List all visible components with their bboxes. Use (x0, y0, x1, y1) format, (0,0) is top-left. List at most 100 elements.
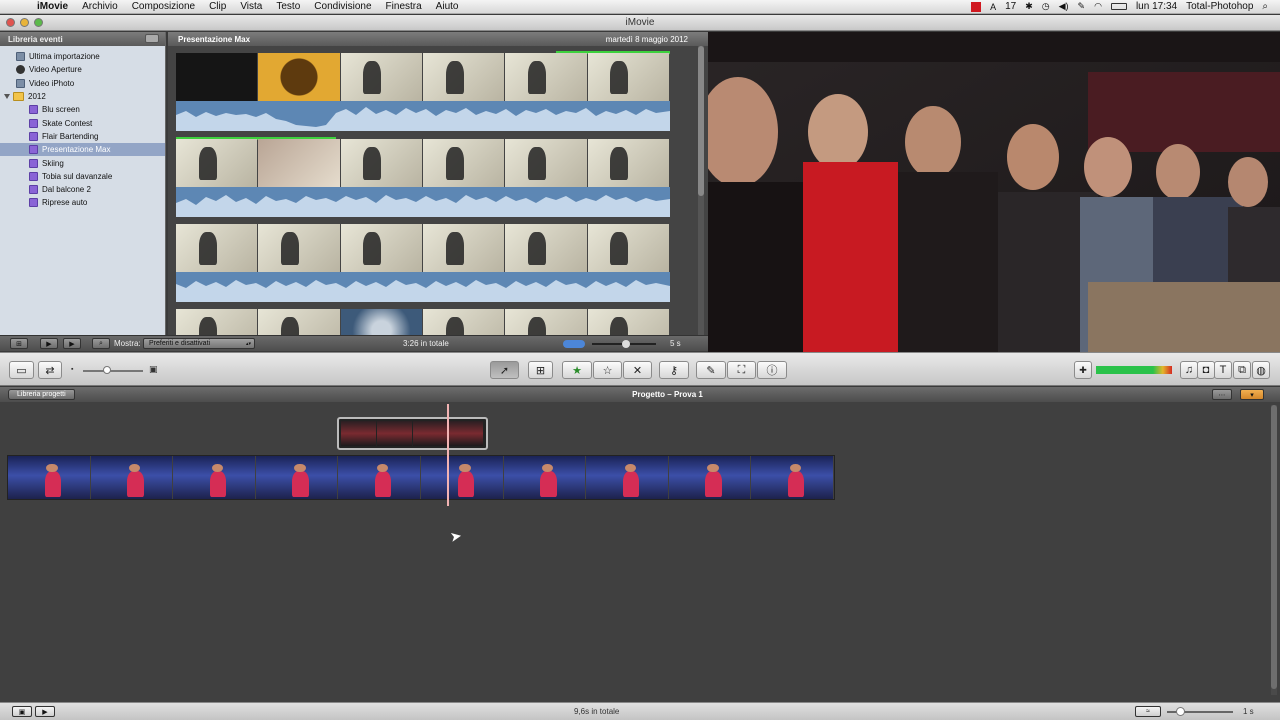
menu-aiuto[interactable]: Aiuto (429, 1, 466, 12)
event-folder-2012[interactable]: 2012 (0, 90, 165, 103)
zoom-window-icon[interactable] (34, 18, 43, 27)
event-item-flair-bartending[interactable]: Flair Bartending (0, 130, 165, 143)
play-button[interactable]: ▶ (63, 338, 81, 349)
show-filter-dropdown[interactable]: Preferiti e disattivati (143, 338, 255, 349)
add-to-project-button[interactable]: ⊞ (528, 361, 553, 379)
clip-thumbnail[interactable] (176, 139, 258, 187)
clip-thumbnail[interactable] (340, 53, 422, 101)
music-browser-button[interactable]: ♫ (1180, 361, 1198, 379)
clip-thumbnail[interactable] (176, 53, 258, 101)
clip-thumbnail[interactable] (422, 139, 505, 187)
clip-thumbnail[interactable] (258, 309, 340, 335)
clip-thumbnail[interactable] (505, 139, 587, 187)
clip-thumbnail[interactable] (340, 309, 422, 335)
clip-thumbnail[interactable] (176, 224, 258, 272)
event-clip-row[interactable] (176, 137, 670, 217)
menu-imovie[interactable]: iMovie (30, 1, 75, 12)
arrow-tool-button[interactable]: ➚ (490, 361, 519, 379)
disclosure-triangle-icon[interactable] (4, 94, 10, 100)
record-status-icon[interactable] (971, 1, 982, 12)
event-item-blu-screen[interactable]: Blu screen (0, 103, 165, 116)
menu-testo[interactable]: Testo (269, 1, 307, 12)
scroll-thumb[interactable] (698, 46, 704, 196)
project-timeline[interactable] (0, 402, 1280, 702)
camera-import-button[interactable]: ▭ (9, 361, 34, 379)
play-project-button[interactable]: ▶ (35, 706, 55, 717)
swap-events-projects-button[interactable]: ⇄ (38, 361, 62, 379)
audio-skimming-button[interactable]: ✚ (1074, 361, 1092, 379)
clip-thumbnail[interactable] (505, 53, 587, 101)
project-main-clip[interactable] (7, 455, 835, 500)
battery-icon[interactable] (1110, 3, 1127, 10)
bluetooth-icon[interactable]: ✱ (1025, 1, 1033, 12)
title-browser-button[interactable]: T (1214, 361, 1232, 379)
map-browser-button[interactable]: ◍ (1252, 361, 1270, 379)
event-clip-row[interactable] (176, 309, 670, 335)
event-item-video-aperture[interactable]: Video Aperture (0, 63, 165, 76)
project-scrollbar[interactable] (1271, 405, 1277, 695)
clip-thumbnail[interactable] (422, 53, 505, 101)
clock[interactable]: lun 17:34 (1136, 1, 1177, 12)
filmstrip-zoom-slider-low[interactable] (563, 339, 585, 348)
close-window-icon[interactable] (6, 18, 15, 27)
clip-thumbnail[interactable] (258, 139, 340, 187)
minimize-window-icon[interactable] (20, 18, 29, 27)
project-layout-button[interactable]: ⋯ (1212, 389, 1232, 400)
play-fullscreen-button[interactable]: ▶ (40, 338, 58, 349)
event-library-toggle-button[interactable]: ⊞ (10, 338, 28, 349)
calendar-date[interactable]: 17 (1005, 1, 1016, 12)
user-menu[interactable]: Total-Photohop (1186, 1, 1253, 12)
event-item-dal-balcone-2[interactable]: Dal balcone 2 (0, 183, 165, 196)
menu-composizione[interactable]: Composizione (125, 1, 202, 12)
eyedropper-button[interactable]: ✎ (696, 361, 726, 379)
wifi-icon[interactable]: ◠ (1094, 1, 1102, 12)
clip-thumbnail[interactable] (340, 224, 422, 272)
clip-thumbnail[interactable] (176, 309, 258, 335)
search-icon[interactable]: ⌕ (92, 338, 110, 349)
event-item-skate-contest[interactable]: Skate Contest (0, 116, 165, 129)
mark-favorite-button[interactable]: ★ (562, 361, 592, 379)
unmark-button[interactable]: ☆ (593, 361, 622, 379)
transition-browser-button[interactable]: ⧉ (1233, 361, 1251, 379)
cutaway-clip[interactable] (337, 417, 488, 450)
project-theme-button[interactable]: ▾ (1240, 389, 1264, 400)
time-machine-icon[interactable]: ◷ (1042, 1, 1050, 12)
eject-icon[interactable] (145, 34, 159, 43)
event-browser-scrollbar[interactable] (698, 46, 704, 335)
menu-vista[interactable]: Vista (233, 1, 269, 12)
event-clip-row[interactable] (176, 51, 670, 131)
event-item-presentazione-max[interactable]: Presentazione Max (0, 143, 165, 157)
volume-icon[interactable]: ◀) (1059, 1, 1069, 12)
spotlight-search-icon[interactable]: ⌕ (1262, 1, 1268, 12)
clip-thumbnail[interactable] (505, 224, 587, 272)
menu-finestra[interactable]: Finestra (379, 1, 429, 12)
event-item-video-iphoto[interactable]: Video iPhoto (0, 77, 165, 90)
clip-thumbnail[interactable] (505, 309, 587, 335)
event-item-tobia-sul-davanzale[interactable]: Tobia sul davanzale (0, 170, 165, 183)
menu-condivisione[interactable]: Condivisione (307, 1, 378, 12)
event-item-skiing[interactable]: Skiing (0, 156, 165, 169)
menu-clip[interactable]: Clip (202, 1, 233, 12)
event-item-ultima-importazione[interactable]: Ultima importazione (0, 50, 165, 63)
event-item-riprese-auto[interactable]: Riprese auto (0, 196, 165, 209)
audio-waveform-toggle-button[interactable]: ≈ (1135, 706, 1161, 717)
thumbnail-size-slider[interactable] (83, 370, 143, 372)
menu-archivio[interactable]: Archivio (75, 1, 125, 12)
slider-knob[interactable] (1176, 707, 1185, 716)
playhead[interactable] (447, 404, 449, 506)
clip-thumbnail[interactable] (258, 224, 340, 272)
input-source-icon[interactable]: ✎ (1078, 1, 1086, 12)
slider-knob[interactable] (622, 340, 630, 348)
inspector-button[interactable]: ⓘ (757, 361, 787, 379)
slider-knob[interactable] (103, 366, 111, 374)
reject-button[interactable]: ✕ (623, 361, 652, 379)
play-fullscreen-project-button[interactable]: ▣ (12, 706, 32, 717)
video-viewer[interactable] (708, 32, 1280, 352)
calendar-status-icon[interactable]: A (990, 2, 996, 12)
clip-thumbnail[interactable] (587, 309, 669, 335)
clip-thumbnail[interactable] (587, 224, 669, 272)
crop-button[interactable]: ⛶ (727, 361, 756, 379)
clip-thumbnail[interactable] (587, 139, 669, 187)
scroll-thumb[interactable] (1271, 405, 1277, 689)
clip-thumbnail[interactable] (340, 139, 422, 187)
